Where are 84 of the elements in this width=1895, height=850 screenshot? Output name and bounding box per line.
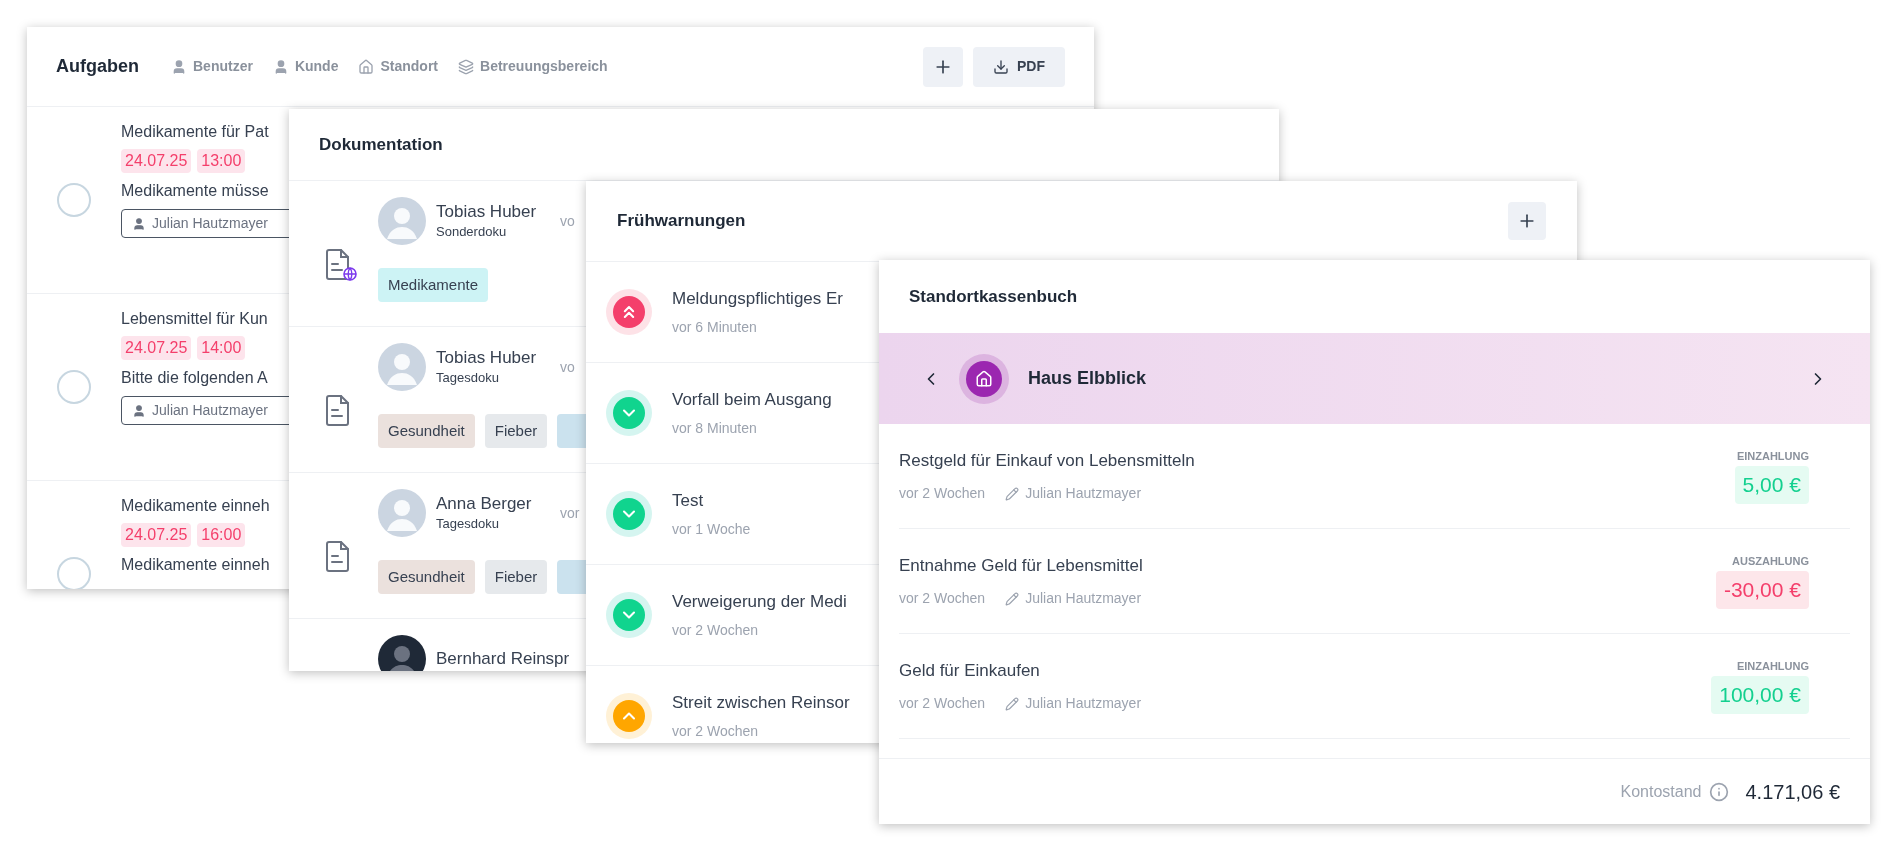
filter-button[interactable]: Benutzer — [171, 56, 253, 77]
task-title: Lebensmittel für Kun — [121, 309, 269, 329]
filter-button[interactable]: Standort — [358, 56, 439, 77]
transaction-type: EINZAHLUNG — [1736, 658, 1809, 674]
info-icon — [1709, 781, 1730, 802]
time-badge: 16:00 — [197, 523, 246, 547]
person-name: Bernhard Reinspr — [436, 648, 570, 670]
timestamp: vor 6 Minuten — [672, 318, 758, 338]
time-badge: 14:00 — [197, 336, 246, 360]
user-icon — [132, 216, 146, 231]
transaction-type: EINZAHLUNG — [1736, 448, 1809, 464]
warning-title: Test — [672, 489, 705, 512]
timestamp: vor 2 Wochen — [899, 589, 986, 609]
tag: Gesundheit — [378, 414, 475, 448]
user-icon — [132, 403, 146, 418]
home-icon — [959, 353, 1009, 404]
pencil-icon — [1005, 591, 1020, 606]
timestamp: vor 1 Woche — [672, 520, 751, 540]
user-icon — [171, 58, 187, 75]
pdf-button[interactable]: PDF — [973, 46, 1065, 87]
avatar — [378, 197, 426, 245]
timestamp: vor 2 Wochen — [672, 722, 760, 742]
amount-badge: -30,00 € — [1715, 571, 1809, 610]
transaction-type: AUSZAHLUNG — [1732, 553, 1809, 569]
tag: Fieber — [484, 560, 548, 594]
person-name: Anna Berger — [436, 493, 532, 515]
author-name: Julian Hautzmayer — [1025, 694, 1142, 714]
pencil-icon — [1005, 486, 1020, 501]
panel-title: Frühwarnungen — [617, 210, 746, 233]
task-checkbox[interactable] — [57, 370, 91, 404]
task-checkbox[interactable] — [57, 557, 91, 589]
documentation-type: Sonderdoku — [436, 223, 508, 241]
pencil-icon — [1005, 696, 1020, 711]
filter-button[interactable]: Betreuungsbereich — [458, 56, 608, 77]
timestamp: vor 2 Wochen — [672, 621, 760, 641]
avatar — [378, 489, 426, 537]
task-checkbox[interactable] — [57, 183, 91, 217]
warning-title: Meldungspflichtiges Er — [672, 287, 844, 310]
transaction-title: Geld für Einkaufen — [899, 659, 1041, 682]
amount-badge: 5,00 € — [1734, 466, 1809, 505]
add-button[interactable] — [1508, 202, 1546, 240]
balance-label: Kontostand — [1620, 781, 1702, 802]
filter-button[interactable]: Kunde — [272, 56, 339, 77]
time-badge: 13:00 — [197, 149, 246, 173]
timestamp: vo — [560, 357, 575, 377]
location-name: Haus Elbblick — [1028, 367, 1147, 390]
avatar — [378, 343, 426, 391]
person-name: Tobias Huber — [436, 201, 537, 223]
panel-title: Aufgaben — [56, 55, 139, 78]
task-description: Medikamente einneh — [121, 555, 270, 575]
transaction-title: Entnahme Geld für Lebensmittel — [899, 554, 1143, 577]
tag: Gesundheit — [378, 560, 475, 594]
timestamp: vor 8 Minuten — [672, 419, 758, 439]
warning-title: Streit zwischen Reinsor — [672, 691, 850, 714]
add-button[interactable] — [923, 46, 963, 87]
warning-title: Verweigerung der Medi — [672, 590, 847, 613]
author-name: Julian Hautzmayer — [1025, 484, 1142, 504]
avatar — [378, 635, 426, 671]
panel-title: Standortkassenbuch — [909, 285, 1078, 308]
warning-title: Vorfall beim Ausgang — [672, 388, 832, 411]
person-name: Tobias Huber — [436, 347, 537, 369]
date-badge: 24.07.25 — [121, 336, 192, 360]
balance-amount: 4.171,06 € — [1745, 779, 1840, 805]
timestamp: vor 2 Wochen — [899, 484, 986, 504]
date-badge: 24.07.25 — [121, 523, 192, 547]
amount-badge: 100,00 € — [1711, 676, 1809, 715]
task-description: Bitte die folgenden A — [121, 368, 269, 388]
timestamp: vor 2 Wochen — [899, 694, 986, 714]
author-name: Julian Hautzmayer — [1025, 589, 1142, 609]
documentation-type: Tagesdoku — [436, 369, 500, 387]
transaction-title: Restgeld für Einkauf von Lebensmitteln — [899, 449, 1195, 472]
task-title: Medikamente für Pat — [121, 122, 270, 142]
download-icon — [993, 58, 1009, 75]
documentation-type: Tagesdoku — [436, 515, 500, 533]
tag: Fieber — [484, 414, 548, 448]
layers-icon — [458, 58, 475, 75]
home-icon — [358, 58, 375, 75]
task-title: Medikamente einneh — [121, 496, 270, 516]
timestamp: vo — [560, 211, 575, 231]
panel-title: Dokumentation — [319, 133, 443, 156]
timestamp: vor — [560, 503, 580, 523]
tag: Medikamente — [378, 268, 489, 302]
task-description: Medikamente müsse — [121, 181, 270, 201]
date-badge: 24.07.25 — [121, 149, 192, 173]
